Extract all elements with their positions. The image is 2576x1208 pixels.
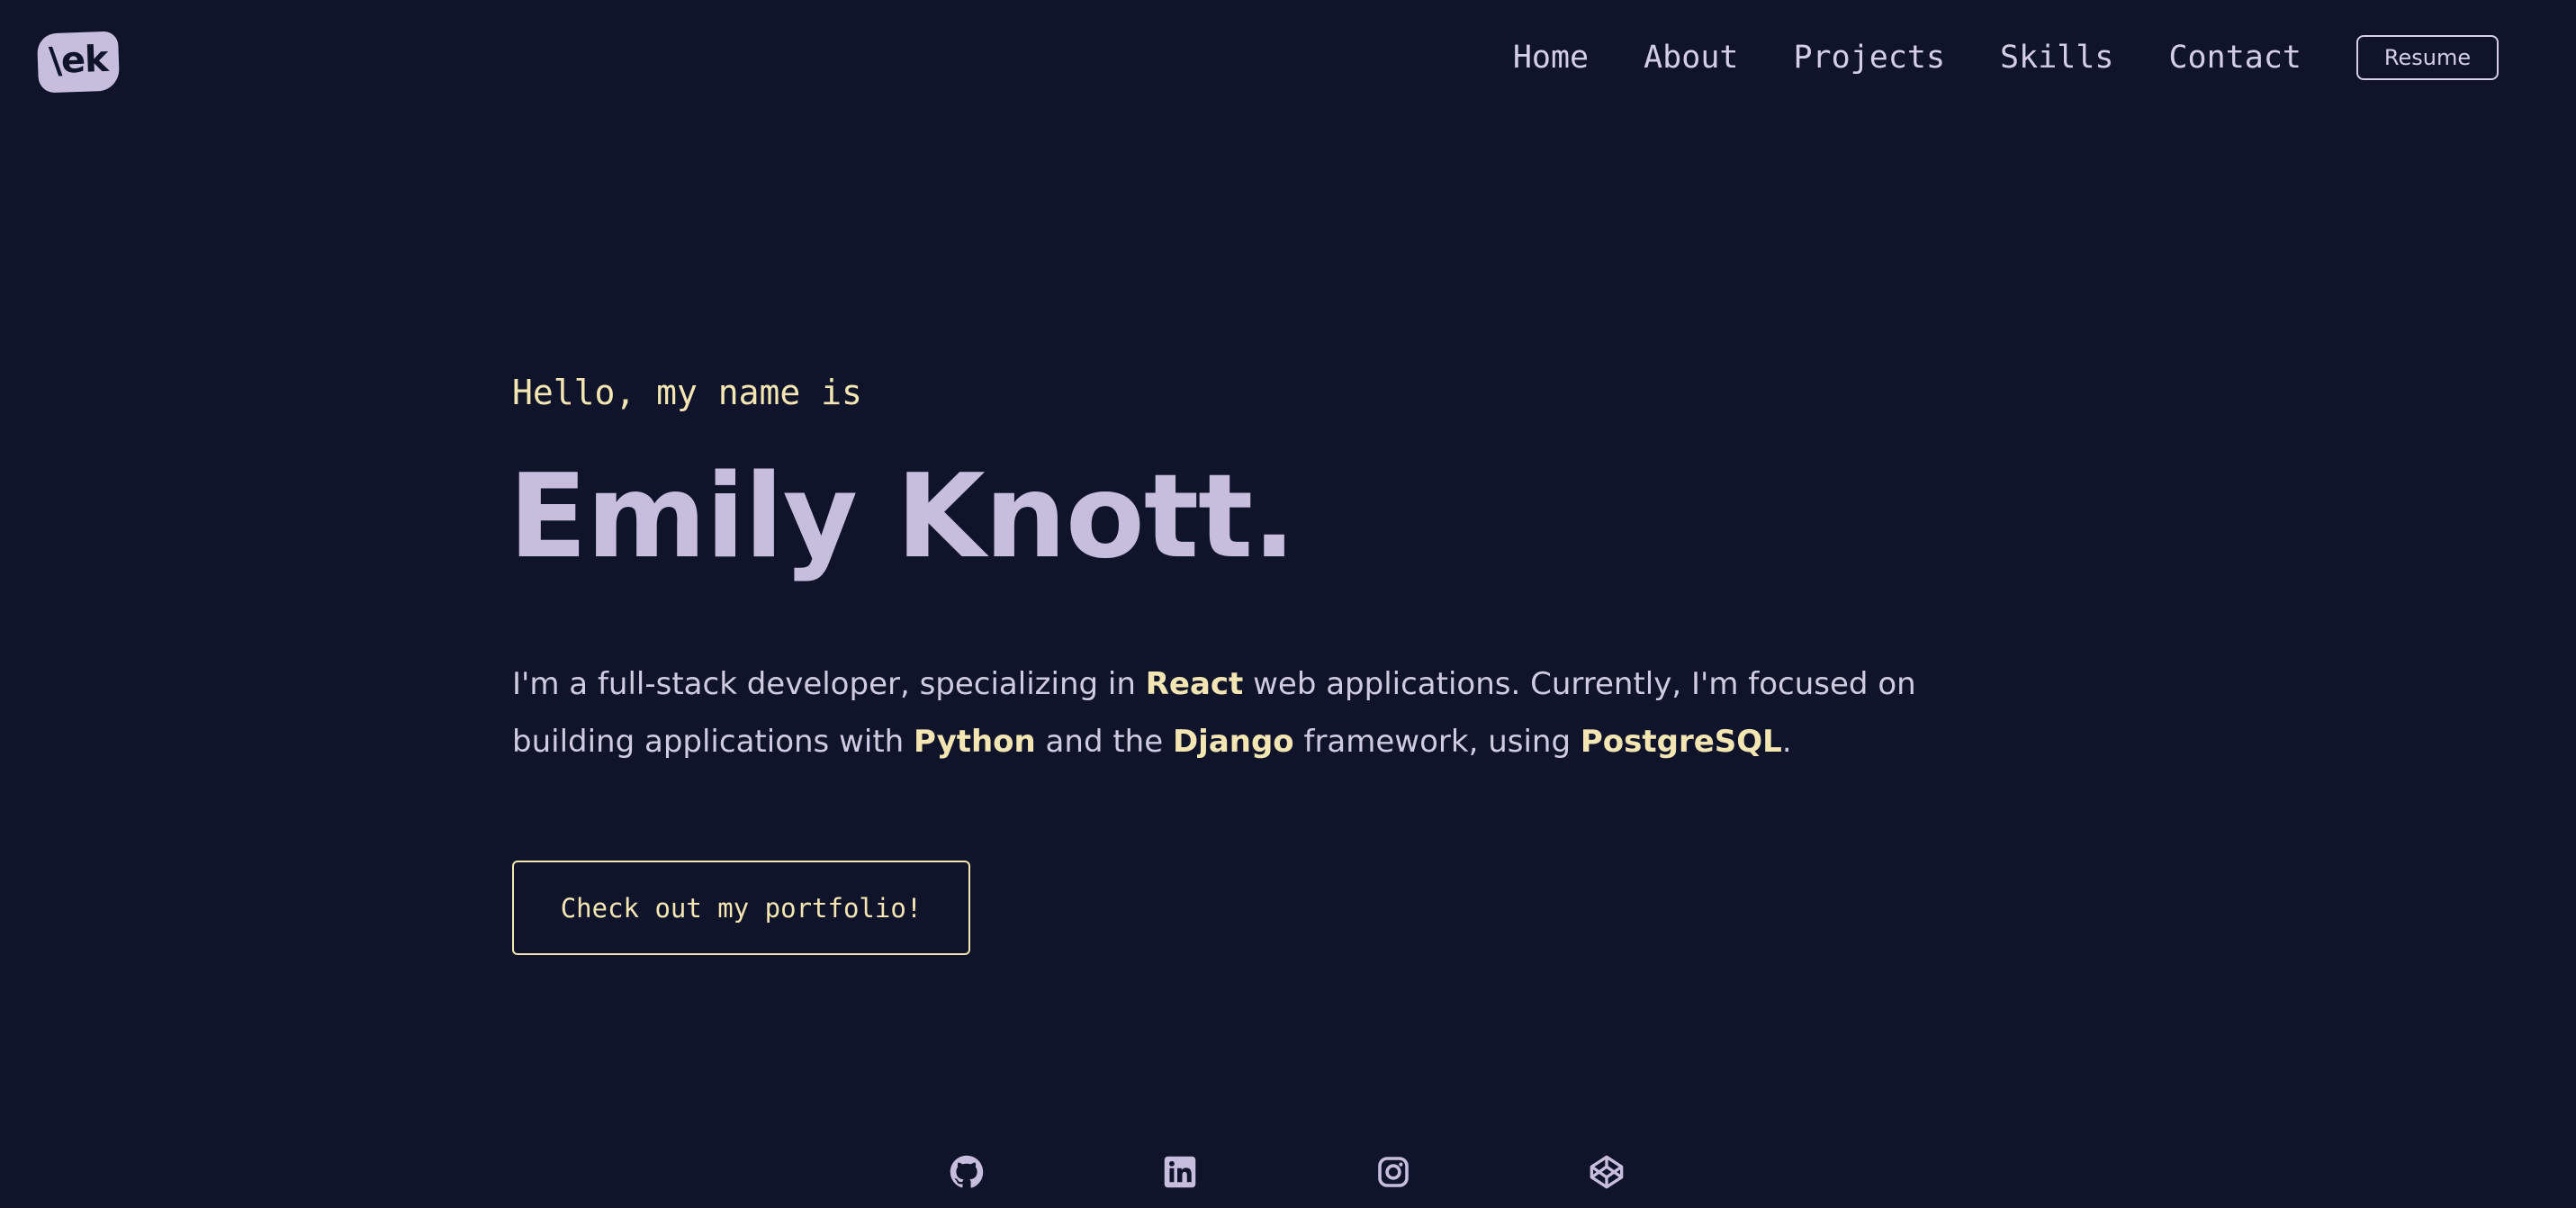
hero-name: Emily Knott. <box>509 450 1296 584</box>
bio-text: . <box>1781 724 1792 760</box>
instagram-icon <box>1378 1157 1409 1187</box>
social-links <box>949 1154 1625 1190</box>
github-link[interactable] <box>949 1154 985 1190</box>
nav-link-projects[interactable]: Projects <box>1793 40 1945 76</box>
nav-link-home[interactable]: Home <box>1513 40 1589 76</box>
resume-button[interactable]: Resume <box>2356 35 2499 80</box>
instagram-link[interactable] <box>1375 1154 1411 1190</box>
linkedin-icon <box>1164 1156 1196 1188</box>
logo[interactable]: \ek <box>36 31 121 94</box>
github-icon <box>950 1155 984 1188</box>
bio-highlight-react: React <box>1145 666 1244 702</box>
nav-link-skills[interactable]: Skills <box>2000 40 2113 76</box>
main-nav: Home About Projects Skills Contact Resum… <box>1513 34 2499 81</box>
linkedin-link[interactable] <box>1162 1154 1198 1190</box>
portfolio-button[interactable]: Check out my portfolio! <box>512 861 970 955</box>
codepen-icon <box>1590 1155 1624 1189</box>
bio-highlight-python: Python <box>914 724 1036 760</box>
codepen-link[interactable] <box>1589 1154 1625 1190</box>
logo-text: \ek <box>48 38 109 83</box>
nav-link-about[interactable]: About <box>1644 40 1738 76</box>
hero-bio: I'm a full-stack developer, specializing… <box>512 655 2042 771</box>
bio-text: and the <box>1035 724 1173 760</box>
nav-link-contact[interactable]: Contact <box>2168 40 2301 76</box>
hero-greeting: Hello, my name is <box>512 373 862 412</box>
bio-highlight-django: Django <box>1172 724 1294 760</box>
bio-highlight-postgresql: PostgreSQL <box>1580 724 1782 760</box>
bio-text: I'm a full-stack developer, specializing… <box>512 666 1146 702</box>
bio-text: framework, using <box>1293 724 1581 760</box>
